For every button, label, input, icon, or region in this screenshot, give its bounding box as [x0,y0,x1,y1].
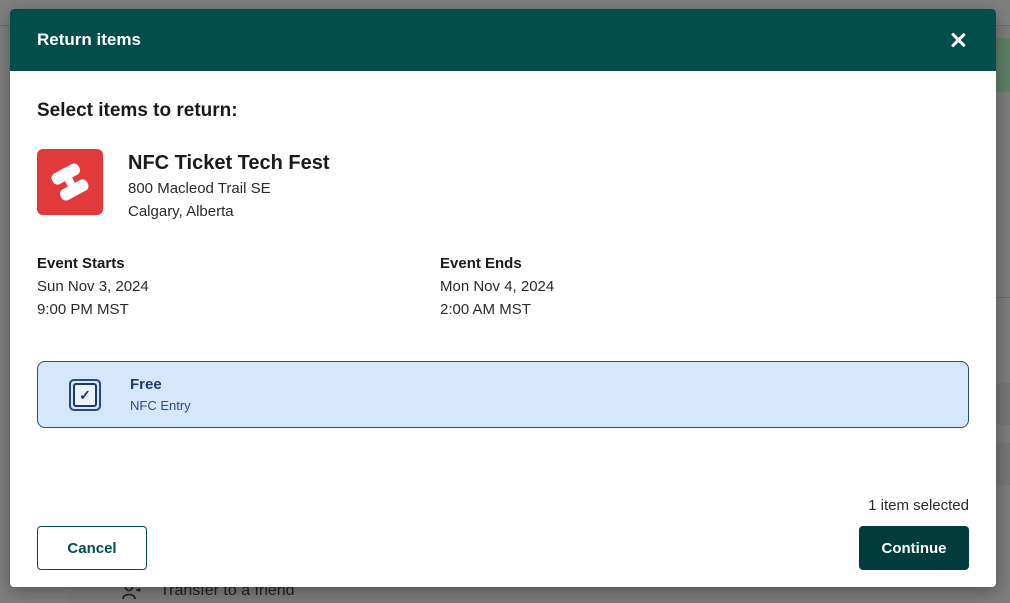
ticket-logo-icon [37,149,103,215]
background-accent-bar [996,38,1010,92]
ticket-item-card[interactable]: ✓ Free NFC Entry [37,361,969,428]
modal-header: Return items [10,9,996,71]
selected-count: 1 item selected [868,497,969,514]
event-address-line2: Calgary, Alberta [128,203,234,220]
background-row [996,383,1010,425]
background-divider [996,297,1010,298]
ticket-type: NFC Entry [130,398,191,413]
checkmark-icon: ✓ [73,383,97,407]
event-end-label: Event Ends [440,255,522,272]
event-start-block: Event Starts Sun Nov 3, 2024 9:00 PM MST [37,252,149,321]
event-name: NFC Ticket Tech Fest [128,152,330,174]
ticket-checkbox[interactable]: ✓ [69,379,101,411]
cancel-button[interactable]: Cancel [37,526,147,570]
background-row [996,443,1010,485]
section-heading: Select items to return: [37,100,238,121]
event-end-time: 2:00 AM MST [440,301,531,318]
event-end-block: Event Ends Mon Nov 4, 2024 2:00 AM MST [440,252,554,321]
return-items-modal: Return items Select items to return: NFC… [10,9,996,587]
event-address-line1: 800 Macleod Trail SE [128,180,271,197]
close-icon[interactable] [946,28,970,52]
continue-button[interactable]: Continue [859,526,969,570]
event-end-date: Mon Nov 4, 2024 [440,278,555,295]
ticket-name: Free [130,376,162,393]
modal-title: Return items [37,30,141,49]
event-start-date: Sun Nov 3, 2024 [37,278,149,295]
event-start-time: 9:00 PM MST [37,301,129,318]
event-start-label: Event Starts [37,255,125,272]
